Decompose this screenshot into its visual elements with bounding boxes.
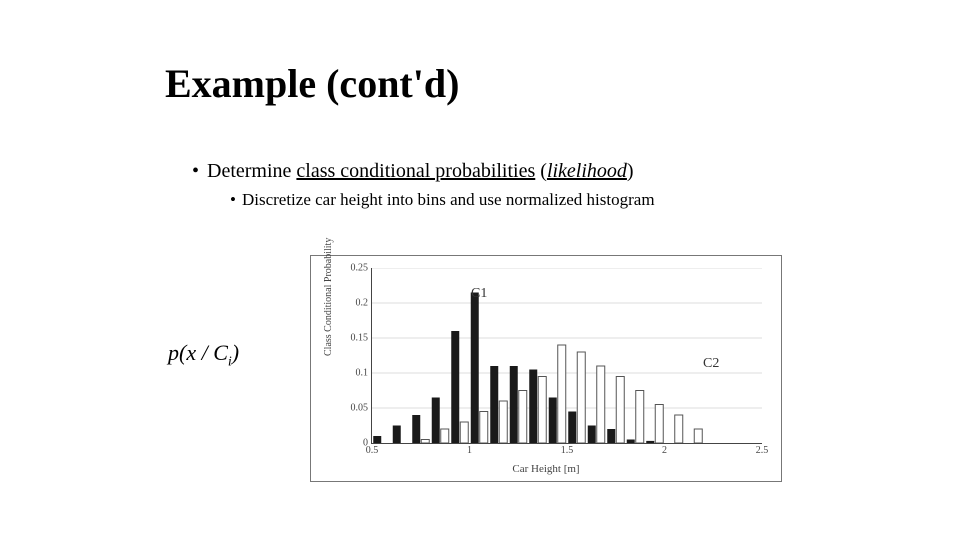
bar-c2 [480, 412, 488, 444]
bar-c2 [616, 377, 624, 444]
bar-c1 [373, 436, 381, 443]
bullet-level-1: • Determine class conditional probabiliti… [192, 160, 634, 183]
bar-c2 [460, 422, 468, 443]
y-tick: 0.05 [351, 403, 369, 414]
x-tick: 1.5 [561, 445, 574, 456]
slide-title: Example (cont'd) [165, 60, 459, 107]
bullet1-text-mid: class conditional probabilities [296, 160, 535, 182]
y-tick: 0.1 [356, 368, 369, 379]
slide: { "title": "Example (cont'd)", "bullet1_… [0, 0, 960, 540]
bullet2-text: Discretize car height into bins and use … [242, 190, 655, 209]
x-axis-label: Car Height [m] [311, 463, 781, 475]
annotation-c1: C1 [471, 286, 487, 302]
bar-c1 [529, 370, 537, 444]
bullet-level-2: • Discretize car height into bins and use… [230, 190, 655, 210]
formula-close: ) [232, 340, 239, 365]
y-axis-label: Class Conditional Probability [323, 238, 334, 356]
bar-c1 [393, 426, 401, 444]
bar-c2 [597, 366, 605, 443]
bullet1-paren-open: ( [535, 160, 547, 182]
bar-c2 [694, 429, 702, 443]
bullet1-paren-close: ) [627, 160, 634, 182]
bullet-dot-icon: • [230, 190, 236, 209]
bullet1-text-pre: Determine [207, 160, 296, 182]
bar-c2 [421, 440, 429, 444]
x-tick: 2.5 [756, 445, 769, 456]
bar-c1 [412, 415, 420, 443]
bar-c2 [441, 429, 449, 443]
histogram-chart: Class Conditional Probability 00.050.10.… [310, 255, 782, 482]
bar-c2 [636, 391, 644, 444]
bar-c1 [549, 398, 557, 444]
bar-c1 [510, 366, 518, 443]
bar-c1 [568, 412, 576, 444]
bullet-dot-icon: • [192, 160, 199, 182]
y-tick: 0.15 [351, 333, 369, 344]
bar-c2 [538, 377, 546, 444]
bar-c2 [675, 415, 683, 443]
y-tick: 0.25 [351, 263, 369, 274]
likelihood-formula: p(x / Ci) [168, 340, 239, 370]
bar-c1 [627, 440, 635, 444]
bar-c2 [519, 391, 527, 444]
bar-c2 [655, 405, 663, 444]
formula-text: p(x / C [168, 340, 228, 365]
bar-c2 [577, 352, 585, 443]
bar-c2 [499, 401, 507, 443]
bar-c1 [490, 366, 498, 443]
x-tick: 1 [467, 445, 472, 456]
bar-c1 [607, 429, 615, 443]
bar-c1 [432, 398, 440, 444]
bar-c1 [646, 441, 654, 443]
x-tick: 0.5 [366, 445, 379, 456]
bar-c1 [588, 426, 596, 444]
annotation-c2: C2 [703, 356, 719, 372]
bar-c2 [558, 345, 566, 443]
x-tick: 2 [662, 445, 667, 456]
y-tick: 0.2 [356, 298, 369, 309]
bar-c1 [451, 331, 459, 443]
bullet1-italic: likelihood [547, 160, 627, 182]
bar-c1 [471, 293, 479, 444]
